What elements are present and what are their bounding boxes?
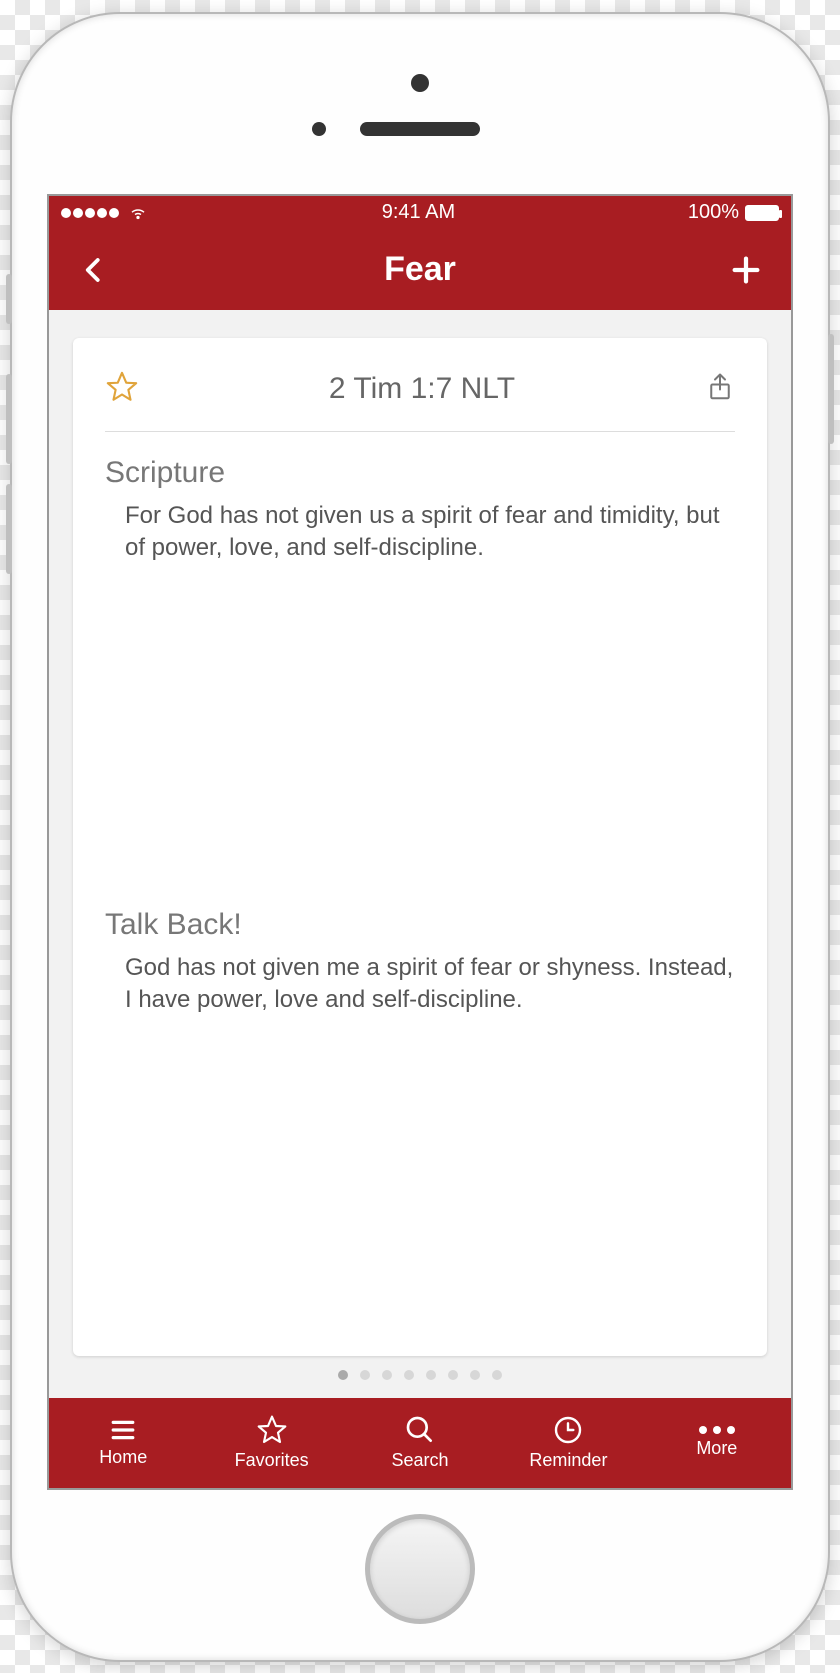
nav-bar: Fear bbox=[49, 230, 791, 310]
device-side-button bbox=[6, 274, 12, 324]
pager-dot bbox=[382, 1370, 392, 1380]
device-sensor bbox=[312, 122, 326, 136]
verse-reference: 2 Tim 1:7 NLT bbox=[139, 372, 705, 406]
pager-dot bbox=[426, 1370, 436, 1380]
phone-frame: 9:41 AM 100% Fear 2 Tim bbox=[10, 12, 830, 1662]
scripture-text: For God has not given us a spirit of fea… bbox=[105, 500, 735, 565]
clock-icon bbox=[552, 1414, 584, 1446]
talkback-heading: Talk Back! bbox=[105, 908, 735, 942]
share-icon bbox=[705, 370, 735, 404]
star-icon bbox=[105, 370, 139, 404]
pager-dot bbox=[404, 1370, 414, 1380]
chevron-left-icon bbox=[79, 248, 109, 292]
back-button[interactable] bbox=[73, 248, 115, 292]
talkback-section: Talk Back! God has not given me a spirit… bbox=[105, 908, 735, 1017]
signal-dots-icon bbox=[61, 201, 121, 224]
device-side-button bbox=[828, 334, 834, 444]
page-indicator[interactable] bbox=[73, 1356, 767, 1386]
add-button[interactable] bbox=[725, 253, 767, 287]
wifi-icon bbox=[127, 204, 149, 222]
device-side-button bbox=[6, 374, 12, 464]
device-side-button bbox=[6, 484, 12, 574]
menu-icon bbox=[106, 1417, 140, 1443]
scripture-section: Scripture For God has not given us a spi… bbox=[105, 456, 735, 565]
favorite-button[interactable] bbox=[105, 370, 139, 409]
tab-label: More bbox=[696, 1438, 737, 1459]
tab-search[interactable]: Search bbox=[346, 1398, 494, 1488]
share-button[interactable] bbox=[705, 370, 735, 409]
plus-icon bbox=[729, 253, 763, 287]
tab-label: Favorites bbox=[235, 1450, 309, 1471]
card-header: 2 Tim 1:7 NLT bbox=[105, 370, 735, 432]
scripture-heading: Scripture bbox=[105, 456, 735, 490]
status-bar: 9:41 AM 100% bbox=[49, 196, 791, 230]
tab-reminder[interactable]: Reminder bbox=[494, 1398, 642, 1488]
tab-label: Home bbox=[99, 1447, 147, 1468]
star-icon bbox=[256, 1414, 288, 1446]
more-icon bbox=[699, 1426, 735, 1434]
tab-bar: Home Favorites Search Reminder More bbox=[49, 1398, 791, 1488]
status-battery-pct: 100% bbox=[688, 201, 739, 224]
tab-home[interactable]: Home bbox=[49, 1398, 197, 1488]
tab-more[interactable]: More bbox=[643, 1398, 791, 1488]
tab-label: Reminder bbox=[529, 1450, 607, 1471]
status-time: 9:41 AM bbox=[382, 201, 455, 224]
tab-favorites[interactable]: Favorites bbox=[197, 1398, 345, 1488]
screen: 9:41 AM 100% Fear 2 Tim bbox=[47, 194, 793, 1490]
talkback-text: God has not given me a spirit of fear or… bbox=[105, 952, 735, 1017]
pager-dot bbox=[470, 1370, 480, 1380]
pager-dot bbox=[492, 1370, 502, 1380]
device-camera bbox=[411, 74, 429, 92]
verse-card: 2 Tim 1:7 NLT Scripture For God has not … bbox=[73, 338, 767, 1356]
page-title: Fear bbox=[115, 250, 725, 289]
pager-dot bbox=[448, 1370, 458, 1380]
content-area: 2 Tim 1:7 NLT Scripture For God has not … bbox=[49, 310, 791, 1398]
tab-label: Search bbox=[391, 1450, 448, 1471]
pager-dot bbox=[360, 1370, 370, 1380]
home-button[interactable] bbox=[365, 1514, 475, 1624]
device-speaker bbox=[360, 122, 480, 136]
battery-icon bbox=[745, 205, 779, 221]
search-icon bbox=[404, 1414, 436, 1446]
pager-dot bbox=[338, 1370, 348, 1380]
